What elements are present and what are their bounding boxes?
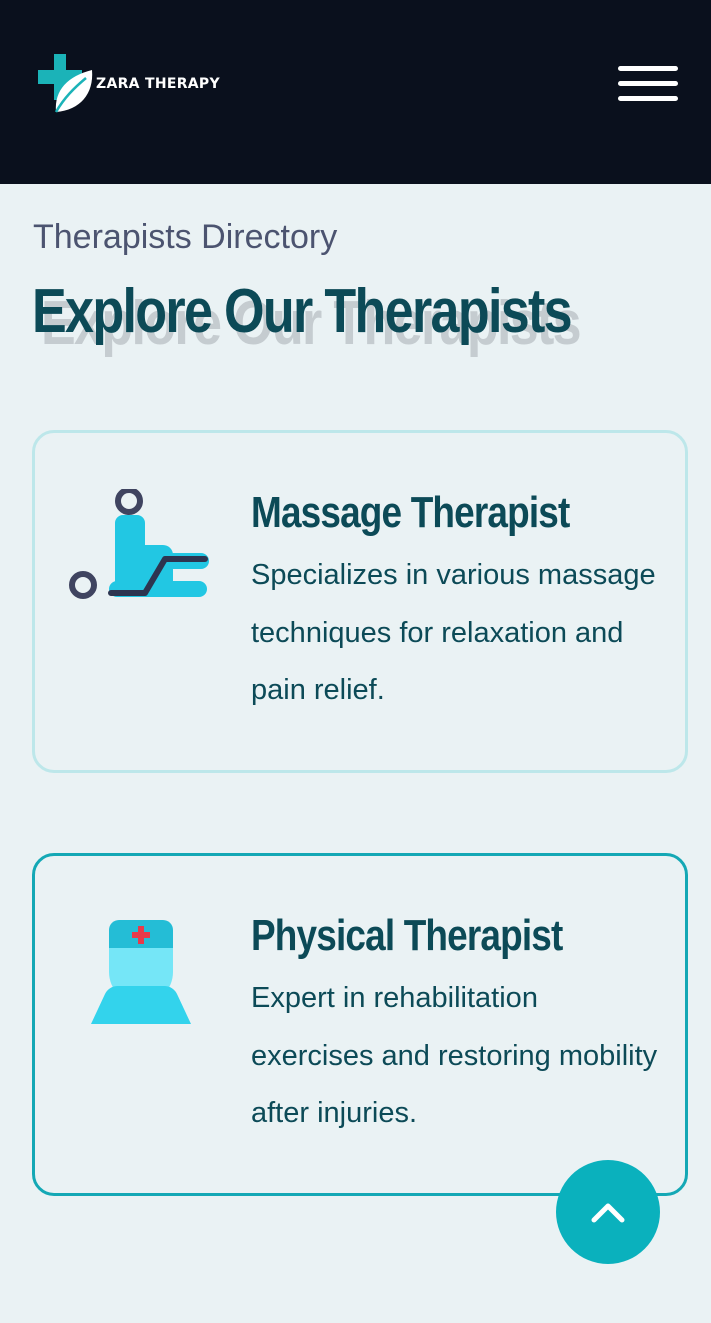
medical-cross-leaf-logo-icon xyxy=(38,54,93,113)
section-title: Explore Our Therapists xyxy=(32,277,573,346)
card-title: Physical Therapist xyxy=(251,911,563,960)
massage-therapy-icon xyxy=(69,489,209,599)
card-description: Specializes in various massage technique… xyxy=(251,559,656,706)
therapist-card-physical[interactable]: Physical Therapist Expert in rehabilitat… xyxy=(32,853,688,1196)
physical-therapist-icon xyxy=(91,920,191,1024)
section-eyebrow: Therapists Directory xyxy=(33,218,338,256)
menu-button[interactable] xyxy=(612,60,684,108)
card-description: Expert in rehabilitation exercises and r… xyxy=(251,982,658,1129)
brand-name: ZARA THERAPY xyxy=(96,76,220,92)
card-title: Massage Therapist xyxy=(251,488,570,537)
scroll-to-top-button[interactable] xyxy=(556,1160,660,1264)
hamburger-menu-icon xyxy=(618,66,678,71)
site-header: ZARA THERAPY xyxy=(0,0,711,184)
therapist-card-massage[interactable]: Massage Therapist Specializes in various… xyxy=(32,430,688,773)
brand-logo[interactable]: ZARA THERAPY xyxy=(38,54,220,116)
chevron-up-icon xyxy=(591,1203,625,1223)
section-title-block: Explore Our Therapists Explore Our Thera… xyxy=(32,276,692,366)
